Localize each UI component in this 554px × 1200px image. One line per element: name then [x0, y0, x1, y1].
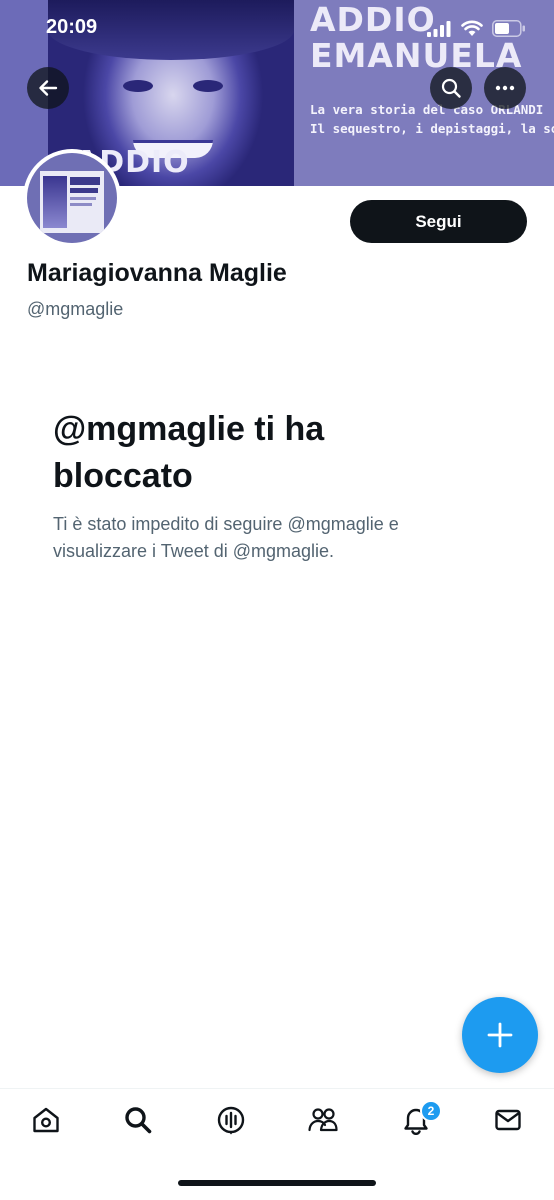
blocked-title: @mgmaglie ti ha bloccato — [53, 410, 325, 495]
avatar-image — [27, 153, 117, 243]
more-horizontal-icon — [495, 85, 515, 91]
follow-button[interactable]: Segui — [350, 200, 527, 243]
back-button[interactable] — [27, 67, 69, 109]
avatar-book-title-block — [70, 188, 98, 193]
profile-display-name: Mariagiovanna Maglie — [27, 259, 287, 287]
banner-subtitle: La vera storia del caso ORLANDI Il seque… — [310, 100, 554, 138]
avatar-book-cover — [40, 171, 104, 233]
notifications-badge: 2 — [420, 1100, 442, 1122]
avatar-book-photo — [43, 176, 67, 228]
banner-portrait-eye — [123, 80, 153, 92]
avatar-book-title-block — [70, 177, 100, 185]
avatar-book-text-line — [70, 197, 96, 200]
nav-spaces[interactable] — [214, 1103, 248, 1137]
profile-handle: @mgmaglie — [27, 299, 124, 319]
home-icon — [33, 1107, 59, 1133]
banner-subtitle-line2: Il sequestro, i depistaggi, la soluzione — [310, 121, 554, 136]
nav-communities[interactable] — [306, 1103, 340, 1137]
plus-icon — [487, 1022, 513, 1048]
people-icon — [308, 1108, 338, 1132]
compose-tweet-button[interactable] — [462, 997, 538, 1073]
envelope-icon — [495, 1109, 521, 1131]
cellular-signal-icon — [427, 21, 451, 37]
nav-messages[interactable] — [491, 1103, 525, 1137]
nav-home[interactable] — [29, 1103, 63, 1137]
arrow-left-icon — [39, 80, 58, 96]
search-button[interactable] — [430, 67, 472, 109]
home-indicator[interactable] — [178, 1180, 376, 1186]
avatar[interactable] — [23, 149, 121, 247]
search-icon — [441, 78, 461, 98]
blocked-description: Ti è stato impedito di seguire @mgmaglie… — [53, 514, 399, 561]
battery-icon — [492, 20, 525, 37]
search-icon — [125, 1107, 152, 1134]
status-bar: 20:09 — [0, 0, 554, 60]
status-time: 20:09 — [46, 16, 98, 38]
nav-explore[interactable] — [121, 1103, 155, 1137]
more-button[interactable] — [484, 67, 526, 109]
microphone-icon — [217, 1106, 245, 1135]
avatar-book-text-line — [70, 203, 92, 206]
banner-portrait-eye — [193, 80, 223, 92]
wifi-icon — [461, 20, 483, 36]
